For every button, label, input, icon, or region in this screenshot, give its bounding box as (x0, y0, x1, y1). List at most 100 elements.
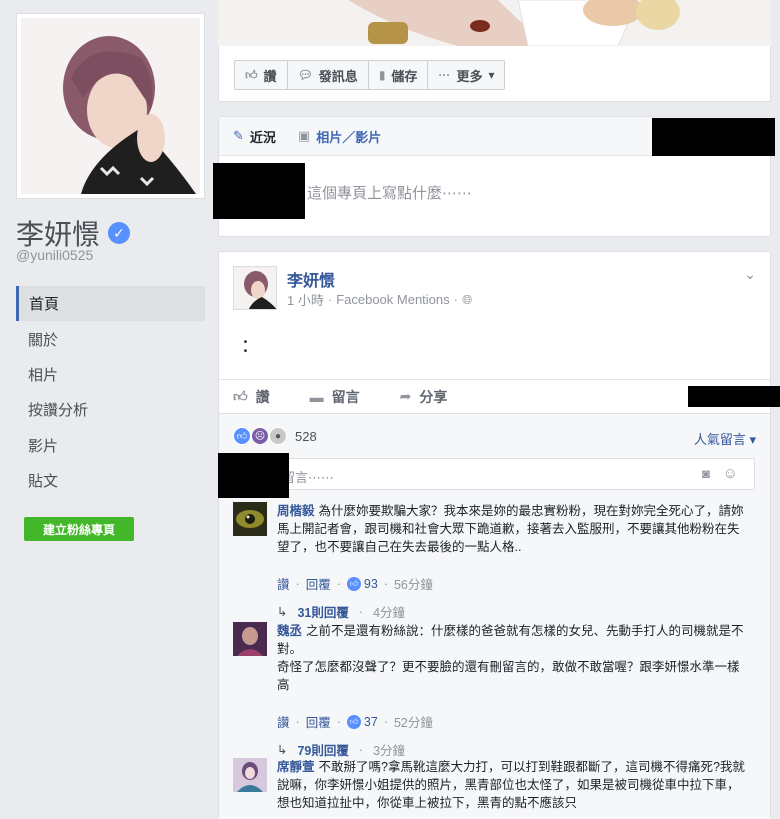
commenter-avatar[interactable] (233, 502, 267, 536)
like-reaction-icon: 👍︎ (233, 427, 251, 445)
cover-photo[interactable] (218, 0, 771, 46)
page-action-bar: 👍︎ 讚 💬︎ 發訊息 ▮ 儲存 ··· 更多 ▾ (218, 46, 771, 102)
comment-text-line-2: 奇怪了怎麼都沒聲了？更不要臉的還有刪留言的，敢做不敢當喔？跟李妍憬水準一樣高 (277, 660, 740, 692)
post-author-avatar[interactable] (233, 266, 277, 310)
comment-actions: 讚 · 回覆 · 👍︎ 93 · 56分鐘 (277, 574, 433, 593)
dot-separator: · (295, 714, 300, 729)
comment-like-number: 93 (363, 576, 378, 591)
pencil-icon: ✎ (233, 128, 244, 143)
commenter-name[interactable]: 席靜萱 (277, 760, 315, 774)
post-via[interactable]: Facebook Mentions (336, 292, 449, 307)
comment-reply-link[interactable]: 回覆 (306, 574, 331, 593)
tab-status[interactable]: ✎ 近況 (233, 127, 276, 146)
comment-input[interactable]: 留言⋯⋯ ◙ ☺ (275, 458, 755, 490)
share-arrow-icon: ➦ (399, 388, 412, 404)
post-like-label: 讚 (255, 388, 270, 405)
camera-icon[interactable]: ◙ (702, 466, 710, 481)
replies-time: 3分鐘 (373, 744, 406, 758)
like-badge-icon: 👍︎ (346, 576, 361, 591)
reply-arrow-icon: ↳ (277, 743, 288, 757)
tab-photo-video-label: 相片／影片 (316, 129, 382, 145)
dot-separator: · (336, 576, 341, 591)
comment-item: 周楷毅 為什麼妳要欺騙大家？我本來是妳的最忠實粉粉，現在對妳完全死心了，請妳馬上開… (233, 502, 753, 620)
reaction-count: 528 (295, 428, 317, 444)
nav-item-posts[interactable]: 貼文 (16, 463, 205, 498)
action-button-group: 👍︎ 讚 💬︎ 發訊息 ▮ 儲存 ··· 更多 ▾ (234, 60, 506, 90)
comment-like-count[interactable]: 👍︎ 37 (346, 714, 378, 729)
more-label: 更多 (456, 68, 483, 84)
chevron-down-icon: ▾ (488, 68, 495, 82)
view-replies-link[interactable]: ↳ 79則回覆 · 3分鐘 (277, 740, 405, 759)
commenter-avatar[interactable] (233, 622, 267, 656)
bookmark-icon: ▮ (378, 68, 386, 82)
comment-item: 魏丞 之前不是還有粉絲說：什麼樣的爸爸就有怎樣的女兒、先動手打人的司機就是不對。 … (233, 622, 753, 758)
message-button[interactable]: 💬︎ 發訊息 (288, 61, 369, 89)
meta-separator: · (327, 292, 333, 307)
thumbs-up-icon: 👍︎ (245, 67, 258, 82)
view-replies-link[interactable]: ↳ 31則回覆 · 4分鐘 (277, 602, 405, 621)
comment-like-number: 37 (363, 714, 378, 729)
nav-item-home[interactable]: 首頁 (16, 286, 205, 322)
page-nav: 首頁 關於 相片 按讚分析 影片 貼文 (16, 286, 205, 498)
post-comment-button[interactable]: ▬ 留言 (310, 387, 360, 407)
replies-count: 31則回覆 (297, 606, 349, 620)
sort-label: 人氣留言 (693, 432, 746, 447)
replies-time: 4分鐘 (373, 606, 406, 620)
nav-item-about[interactable]: 關於 (16, 321, 205, 356)
more-button[interactable]: ··· 更多 ▾ (428, 61, 504, 89)
dot-separator: · (295, 576, 300, 591)
dot-separator: · (336, 714, 341, 729)
comment-like-count[interactable]: 👍︎ 93 (346, 576, 378, 591)
nav-item-photos[interactable]: 相片 (16, 357, 205, 392)
comment-text: 為什麼妳要欺騙大家？我本來是妳的最忠實粉粉，現在對妳完全死心了，請妳馬上開記者會… (277, 504, 744, 554)
meta-separator: · (453, 292, 458, 307)
camera-icon: ▣ (297, 128, 311, 143)
post-like-button[interactable]: 👍︎ 讚 (233, 387, 270, 407)
emoji-icon[interactable]: ☺ (723, 465, 738, 482)
post-options-chevron-icon[interactable]: ⌄ (744, 266, 756, 283)
commenter-avatar[interactable] (233, 758, 267, 792)
tab-photo-video[interactable]: ▣ 相片／影片 (298, 127, 381, 146)
reaction-summary[interactable]: 👍︎ ☹ ● 528 (233, 427, 317, 445)
post-author-name[interactable]: 李妍憬 (287, 267, 335, 291)
post-comment-label: 留言 (331, 388, 360, 405)
comment-like-link[interactable]: 讚 (277, 574, 290, 593)
dot-separator: · (358, 742, 364, 757)
post-text: ： (241, 336, 259, 356)
thumbs-up-icon: 👍︎ (233, 388, 248, 404)
commenter-name[interactable]: 周楷毅 (277, 504, 315, 518)
comment-sort-dropdown[interactable]: 人氣留言 ▾ (694, 429, 756, 448)
redaction-box (688, 386, 780, 407)
globe-icon: 🌐︎ (461, 291, 473, 307)
like-page-button[interactable]: 👍︎ 讚 (235, 61, 288, 89)
comment-like-link[interactable]: 讚 (277, 712, 290, 731)
post-time[interactable]: 1 小時 (287, 290, 324, 309)
post-share-label: 分享 (419, 388, 448, 405)
post-meta: 1 小時 · Facebook Mentions · 🌐︎ (287, 290, 472, 309)
comment-body: 周楷毅 為什麼妳要欺騙大家？我本來是妳的最忠實粉粉，現在對妳完全死心了，請妳馬上開… (277, 502, 747, 556)
save-button[interactable]: ▮ 儲存 (369, 61, 429, 89)
dot-separator: · (358, 604, 364, 619)
redaction-box (213, 163, 305, 219)
post-share-button[interactable]: ➦ 分享 (400, 387, 448, 407)
comment-bubble-icon: ▬ (309, 388, 324, 405)
page-handle[interactable]: @yunili0525 (16, 247, 93, 263)
like-page-label: 讚 (263, 68, 277, 84)
comment-text: 之前不是還有粉絲說：什麼樣的爸爸就有怎樣的女兒、先動手打人的司機就是不對。 (277, 624, 744, 656)
message-label: 發訊息 (318, 68, 358, 84)
comment-time[interactable]: 56分鐘 (394, 574, 433, 593)
comment-time[interactable]: 52分鐘 (394, 712, 433, 731)
composer-placeholder[interactable]: 這個專頁上寫點什麼⋯⋯ (307, 182, 472, 203)
wow-reaction-icon: ● (269, 427, 287, 445)
commenter-name[interactable]: 魏丞 (277, 624, 302, 638)
nav-item-likes[interactable]: 按讚分析 (16, 392, 205, 427)
dot-separator: · (383, 576, 388, 591)
nav-item-videos[interactable]: 影片 (16, 428, 205, 463)
redaction-box (652, 118, 775, 156)
profile-picture[interactable] (16, 13, 205, 199)
create-fan-page-button[interactable]: 建立粉絲專頁 (24, 517, 134, 541)
messenger-icon: 💬︎ (297, 68, 313, 82)
verified-badge-icon: ✓ (108, 222, 131, 244)
comment-reply-link[interactable]: 回覆 (306, 712, 331, 731)
chevron-down-icon: ▾ (749, 432, 756, 447)
